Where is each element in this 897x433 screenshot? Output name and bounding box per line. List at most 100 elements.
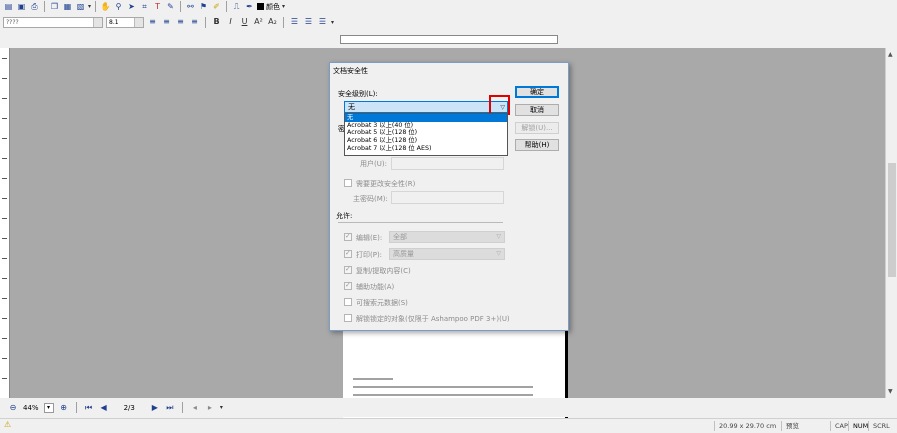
print-label: 打印(P): <box>356 251 383 259</box>
decrypt-checkbox[interactable] <box>344 314 352 322</box>
page-text-line <box>353 378 393 380</box>
chevron-down-icon[interactable]: ▽ <box>496 249 501 259</box>
dropdown-option[interactable]: 无 <box>345 114 507 122</box>
status-icon: ⚠ <box>4 420 12 429</box>
copy-checkbox[interactable] <box>344 265 352 274</box>
ruler-tick <box>2 158 7 159</box>
superscript-icon[interactable]: A² <box>253 17 264 27</box>
security-level-select[interactable]: 无 ▽ <box>344 101 508 113</box>
ruler-tick <box>2 238 7 239</box>
indent-icon[interactable]: ☰ <box>317 17 328 27</box>
print-icon[interactable]: ⎙ <box>29 2 40 12</box>
user-password-input[interactable] <box>391 157 504 170</box>
font-name-select[interactable]: ???? <box>3 16 103 28</box>
ruler-tick <box>2 118 7 119</box>
status-bar: ⚠ 20.99 x 29.70 cm 预览 CAP NUM SCRL <box>0 418 897 433</box>
vertical-scrollbar[interactable]: ▲ ▼ <box>885 48 897 398</box>
toolbar-divider <box>181 402 183 413</box>
security-level-dropdown[interactable]: 无 Acrobat 3 以上(40 位) Acrobat 5 以上(128 位)… <box>344 113 508 156</box>
forward-icon[interactable]: ▸ <box>205 403 215 412</box>
new-file-icon[interactable]: ▤ <box>3 2 14 12</box>
require-change-checkbox[interactable] <box>344 179 352 187</box>
save-icon[interactable]: ▣ <box>16 2 27 12</box>
zoom-dropdown[interactable]: ▾ <box>43 402 54 413</box>
format-toolbar: ???? 8.1 ≡ ≡ ≡ ≡ B I U A² A₂ ☰ ☰ ☰ ▾ <box>0 13 897 31</box>
scroll-up-icon[interactable]: ▲ <box>888 51 893 58</box>
help-button[interactable]: 帮助(H) <box>515 139 559 151</box>
paste-icon[interactable]: ▦ <box>62 2 73 12</box>
pen-icon[interactable]: ✒ <box>244 2 255 12</box>
cancel-button[interactable]: 取消 <box>515 104 559 116</box>
ruler-tick <box>2 258 7 259</box>
scroll-down-icon[interactable]: ▼ <box>888 388 893 395</box>
crop-tool-icon[interactable]: ⌗ <box>139 2 150 12</box>
caps-lock-indicator: CAP <box>830 421 848 431</box>
align-center-icon[interactable]: ≡ <box>161 17 172 27</box>
chevron-down-icon[interactable]: ▾ <box>282 3 285 10</box>
accessibility-checkbox[interactable] <box>344 281 352 290</box>
edit-checkbox[interactable] <box>344 232 352 241</box>
marker-icon[interactable]: ✐ <box>211 2 222 12</box>
subscript-icon[interactable]: A₂ <box>267 17 278 27</box>
image-tool-icon[interactable]: ✎ <box>165 2 176 12</box>
align-right-icon[interactable]: ≡ <box>175 17 186 27</box>
ruler-tick <box>2 98 7 99</box>
zoom-out-icon[interactable]: ⊖ <box>8 403 18 412</box>
line-spacing-icon[interactable]: ☰ <box>289 17 300 27</box>
font-size-select[interactable]: 8.1 <box>106 16 144 28</box>
dropdown-option[interactable]: Acrobat 7 以上(128 位 AES) <box>345 145 507 153</box>
unlock-button[interactable]: 解锁(U)... <box>515 122 559 134</box>
prev-page-icon[interactable]: ◀ <box>99 403 109 412</box>
underline-icon[interactable]: U <box>239 17 250 27</box>
zoom-level: 44% <box>23 403 39 412</box>
security-level-value: 无 <box>348 103 355 111</box>
color-swatch[interactable] <box>257 3 265 10</box>
chevron-down-icon[interactable] <box>93 17 102 27</box>
chevron-down-icon[interactable]: ▾ <box>331 19 334 26</box>
dropdown-option[interactable]: Acrobat 6 以上(128 位) <box>345 137 507 145</box>
print-checkbox[interactable] <box>344 249 352 258</box>
italic-icon[interactable]: I <box>225 17 236 27</box>
line-tool-icon[interactable]: ⎍ <box>231 2 242 12</box>
last-page-icon[interactable]: ⏭ <box>165 403 175 413</box>
metadata-label: 可搜索元数据(S) <box>356 299 408 307</box>
text-tool-icon[interactable]: T <box>152 2 163 12</box>
next-page-icon[interactable]: ▶ <box>150 403 160 412</box>
scrollbar-thumb[interactable] <box>888 163 896 277</box>
back-icon[interactable]: ◂ <box>190 403 200 412</box>
print-select[interactable]: 高质量 ▽ <box>389 248 505 260</box>
first-page-icon[interactable]: ⏮ <box>84 403 94 413</box>
toolbar-divider <box>95 1 97 12</box>
ruler-tick <box>2 178 7 179</box>
bold-icon[interactable]: B <box>211 17 222 27</box>
stamp-icon[interactable]: ⚑ <box>198 2 209 12</box>
link-tool-icon[interactable]: ⚯ <box>185 2 196 12</box>
zoom-tool-icon[interactable]: ⚲ <box>113 2 124 12</box>
font-name-value: ???? <box>6 18 19 26</box>
metadata-checkbox[interactable] <box>344 298 352 306</box>
toolbar-divider <box>180 1 182 12</box>
page-indicator: 2/3 <box>123 403 135 412</box>
document-icon[interactable]: ▧ <box>75 2 86 12</box>
align-justify-icon[interactable]: ≡ <box>189 17 200 27</box>
chevron-down-icon[interactable] <box>134 17 143 27</box>
copy-icon[interactable]: ❐ <box>49 2 60 12</box>
document-security-dialog: 文档安全性 安全级别(L): 无 ▽ 无 Acrobat 3 以上(40 位) … <box>329 62 569 331</box>
hand-tool-icon[interactable]: ✋ <box>100 2 111 12</box>
align-left-icon[interactable]: ≡ <box>147 17 158 27</box>
master-password-input[interactable] <box>391 191 504 204</box>
ok-button[interactable]: 确定 <box>515 86 559 98</box>
list-icon[interactable]: ☰ <box>303 17 314 27</box>
dialog-title: 文档安全性 <box>333 67 368 75</box>
select-arrow-icon[interactable]: ➤ <box>126 2 137 12</box>
page-text-line <box>353 386 533 388</box>
chevron-down-icon[interactable]: ▽ <box>496 232 501 242</box>
color-label[interactable]: 颜色 <box>266 2 280 12</box>
ruler-tick <box>2 198 7 199</box>
dropdown-option[interactable]: Acrobat 5 以上(128 位) <box>345 129 507 137</box>
chevron-down-icon[interactable]: ▾ <box>220 404 223 411</box>
accessibility-label: 辅助功能(A) <box>356 283 395 291</box>
zoom-in-icon[interactable]: ⊕ <box>59 403 69 412</box>
chevron-down-icon[interactable]: ▾ <box>88 3 91 10</box>
edit-select[interactable]: 全部 ▽ <box>389 231 505 243</box>
